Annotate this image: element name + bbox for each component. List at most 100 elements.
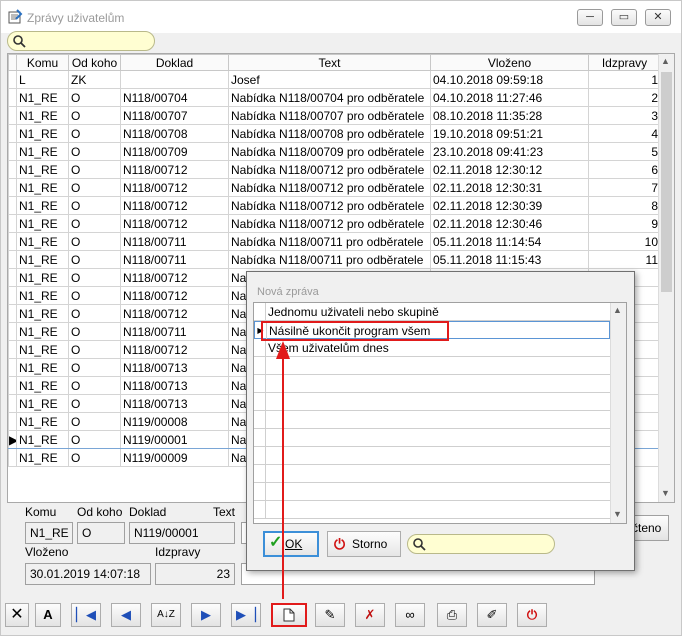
table-cell: 2 <box>588 88 661 107</box>
maximize-button[interactable]: ▭ <box>611 9 637 26</box>
table-cell: N118/00712 <box>120 160 229 179</box>
dialog-list-scrollbar[interactable]: ▲ ▼ <box>610 303 626 523</box>
table-cell: 5 <box>588 142 661 161</box>
first-record-icon[interactable]: ▏◀ <box>71 603 101 627</box>
table-row[interactable]: N1_RE O N118/00711 Nabídka N118/00711 pro o… <box>8 232 661 251</box>
dialog-list-item[interactable] <box>254 465 610 483</box>
dialog-list-item[interactable] <box>254 501 610 519</box>
table-cell: 02.11.2018 12:30:12 <box>430 160 589 179</box>
table-cell: N1_RE <box>16 322 69 341</box>
row-indicator <box>8 196 17 215</box>
dialog-list-item[interactable] <box>254 393 610 411</box>
row-indicator <box>8 214 17 233</box>
row-indicator <box>8 70 17 89</box>
table-cell: N118/00713 <box>120 376 229 395</box>
last-record-icon[interactable]: ▶▕ <box>231 603 261 627</box>
table-cell: 02.11.2018 12:30:46 <box>430 214 589 233</box>
print-icon[interactable]: ⎙ <box>437 603 467 627</box>
table-cell: Nabídka N118/00712 pro odběratele <box>228 178 431 197</box>
table-cell: 04.10.2018 11:27:46 <box>430 88 589 107</box>
column-header[interactable]: Text <box>228 54 431 71</box>
dialog-scroll-up-icon[interactable]: ▲ <box>613 305 622 315</box>
table-row[interactable]: L ZK Josef 04.10.2018 09:59:18 1 <box>8 70 661 89</box>
dialog-list-item[interactable] <box>254 483 610 501</box>
close-window-button[interactable]: ✕ <box>645 9 671 26</box>
table-cell: 6 <box>588 160 661 179</box>
table-cell: N118/00713 <box>120 358 229 377</box>
column-header[interactable]: Doklad <box>120 54 229 71</box>
table-row[interactable]: N1_RE O N118/00709 Nabídka N118/00709 pro o… <box>8 142 661 161</box>
table-row[interactable]: N1_RE O N118/00712 Nabídka N118/00712 pro o… <box>8 196 661 215</box>
table-row[interactable]: N1_RE O N118/00708 Nabídka N118/00708 pro o… <box>8 124 661 143</box>
dialog-list-item[interactable] <box>254 429 610 447</box>
table-cell: Nabídka N118/00712 pro odběratele <box>228 196 431 215</box>
column-header[interactable]: Komu <box>16 54 69 71</box>
vlozeno-field[interactable]: 30.01.2019 14:07:18 <box>25 563 151 585</box>
table-cell: N1_RE <box>16 250 69 269</box>
scroll-thumb[interactable] <box>661 72 672 292</box>
table-cell: 8 <box>588 196 661 215</box>
komu-field[interactable]: N1_RE <box>25 522 73 544</box>
idzpravy-field[interactable]: 23 <box>155 563 235 585</box>
table-cell: N1_RE <box>16 394 69 413</box>
row-indicator <box>8 142 17 161</box>
row-indicator-header <box>8 54 17 71</box>
dialog-list-item[interactable] <box>254 375 610 393</box>
table-cell: 7 <box>588 178 661 197</box>
table-row[interactable]: N1_RE O N118/00712 Nabídka N118/00712 pro o… <box>8 178 661 197</box>
row-indicator <box>8 358 17 377</box>
table-cell: N1_RE <box>16 106 69 125</box>
label-doklad: Doklad <box>129 505 167 519</box>
table-cell: N118/00709 <box>120 142 229 161</box>
table-cell: O <box>68 340 121 359</box>
grid-search-input[interactable] <box>7 31 155 51</box>
column-header[interactable]: Idzpravy <box>588 54 661 71</box>
dialog-list-item[interactable] <box>254 357 610 375</box>
dialog-list-item[interactable] <box>254 447 610 465</box>
table-cell: O <box>68 160 121 179</box>
table-cell: 11 <box>588 250 661 269</box>
table-row[interactable]: N1_RE O N118/00704 Nabídka N118/00704 pro o… <box>8 88 661 107</box>
column-header[interactable]: Vloženo <box>430 54 589 71</box>
storno-button[interactable]: ⏻ Storno <box>327 531 401 557</box>
table-cell: N1_RE <box>16 142 69 161</box>
table-row[interactable]: N1_RE O N118/00712 Nabídka N118/00712 pro o… <box>8 214 661 233</box>
scroll-down-icon[interactable]: ▼ <box>661 488 670 498</box>
power-icon[interactable]: ⏻ <box>517 603 547 627</box>
dialog-search-input[interactable] <box>407 534 555 554</box>
edit-icon[interactable]: ✎ <box>315 603 345 627</box>
delete-icon[interactable]: ✗ <box>355 603 385 627</box>
sort-icon[interactable]: A↓Z <box>151 603 181 627</box>
mark-read-button[interactable]: čteno <box>629 515 669 541</box>
new-document-icon[interactable] <box>271 603 307 627</box>
minimize-button[interactable]: ─ <box>577 9 603 26</box>
table-cell: 19.10.2018 09:51:21 <box>430 124 589 143</box>
dialog-list-item[interactable] <box>254 411 610 429</box>
table-row[interactable]: N1_RE O N118/00711 Nabídka N118/00711 pro o… <box>8 250 661 269</box>
grid-vertical-scrollbar[interactable]: ▲ ▼ <box>658 54 674 502</box>
table-row[interactable]: N1_RE O N118/00707 Nabídka N118/00707 pro o… <box>8 106 661 125</box>
power-cancel-icon: ⏻ <box>334 536 346 552</box>
label-komu: Komu <box>25 505 57 519</box>
doklad-field[interactable]: N119/00001 <box>129 522 235 544</box>
dialog-list-item[interactable]: Všem uživatelům dnes <box>254 339 610 357</box>
close-icon[interactable]: ✕ <box>5 603 29 627</box>
font-icon[interactable]: A <box>35 603 61 627</box>
table-cell: Josef <box>228 70 431 89</box>
table-cell: N118/00712 <box>120 214 229 233</box>
table-cell: O <box>68 214 121 233</box>
table-cell: ZK <box>68 70 121 89</box>
tools-icon[interactable]: ✐ <box>477 603 507 627</box>
annotation-highlight-box <box>261 321 449 341</box>
table-cell: Nabídka N118/00707 pro odběratele <box>228 106 431 125</box>
od-koho-field[interactable]: O <box>77 522 125 544</box>
dialog-list-item[interactable]: Jednomu uživateli nebo skupině <box>254 303 610 321</box>
scroll-up-icon[interactable]: ▲ <box>661 56 670 66</box>
dialog-scroll-down-icon[interactable]: ▼ <box>613 509 622 519</box>
next-record-icon[interactable]: ▶ <box>191 603 221 627</box>
column-header[interactable]: Od koho <box>68 54 121 71</box>
previous-record-icon[interactable]: ◀ <box>111 603 141 627</box>
search-binoculars-icon[interactable]: ∞ <box>395 603 425 627</box>
table-row[interactable]: N1_RE O N118/00712 Nabídka N118/00712 pro o… <box>8 160 661 179</box>
table-cell: N118/00712 <box>120 304 229 323</box>
